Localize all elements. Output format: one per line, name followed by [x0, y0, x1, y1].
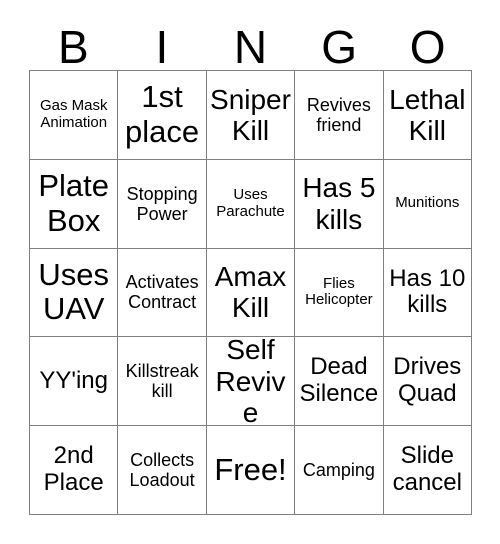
bingo-cell-label: YY'ing — [39, 366, 108, 394]
bingo-cell-label: Drives Quad — [393, 353, 462, 408]
bingo-cell-label: 2nd Place — [43, 442, 104, 497]
bingo-cell[interactable]: Self Revive — [206, 337, 296, 427]
bingo-cell-label: Has 10 kills — [389, 264, 466, 319]
bingo-grid: Gas Mask Animation 1st place Sniper Kill Re… — [29, 70, 472, 515]
bingo-cell-label: Activates Contract — [125, 272, 199, 313]
bingo-cell-label: Plate Box — [38, 167, 110, 238]
bingo-cell[interactable]: Free! — [206, 426, 296, 515]
bingo-cell[interactable]: Gas Mask Animation — [30, 71, 119, 160]
bingo-cell[interactable]: Dead Silence — [295, 337, 384, 427]
bingo-cell[interactable]: Has 10 kills — [383, 248, 472, 338]
bingo-cell-label: Amax Kill — [214, 261, 287, 324]
bingo-cell[interactable]: 1st place — [118, 71, 207, 160]
bingo-cell-label: Camping — [302, 460, 375, 481]
bingo-cell-label: Flies Helicopter — [305, 274, 373, 309]
bingo-header-letter-n: N — [233, 21, 268, 73]
bingo-cell-label: Free! — [214, 451, 287, 487]
bingo-header-letter-g: G — [321, 21, 357, 73]
bingo-cell[interactable]: Revives friend — [295, 71, 384, 160]
bingo-cell-label: Revives friend — [306, 94, 371, 135]
bingo-cell[interactable]: YY'ing — [30, 337, 119, 427]
bingo-cell[interactable]: Uses UAV — [30, 248, 119, 338]
bingo-header-letter-o: O — [409, 21, 446, 73]
bingo-header-letter-b: B — [57, 21, 89, 73]
bingo-cell[interactable]: Amax Kill — [206, 248, 296, 338]
bingo-cell-label: Dead Silence — [299, 353, 379, 408]
bingo-cell-label: Gas Mask Animation — [39, 97, 108, 131]
bingo-card: B I N GO Gas Mask Animation 1st place Sniper … — [0, 0, 500, 544]
bingo-cell[interactable]: Collects Loadout — [118, 426, 207, 515]
bingo-cell-label: 1st place — [125, 79, 200, 149]
bingo-cell[interactable]: Has 5 kills — [295, 159, 384, 249]
bingo-cell-label: Munitions — [395, 194, 460, 212]
bingo-cell-label: Has 5 kills — [302, 172, 376, 235]
bingo-cell[interactable]: Lethal Kill — [383, 71, 472, 160]
bingo-cell[interactable]: Sniper Kill — [206, 71, 296, 160]
bingo-cell[interactable]: Slide cancel — [383, 426, 472, 515]
bingo-cell[interactable]: Uses Parachute — [206, 159, 296, 249]
bingo-cell-label: Self Revive — [215, 337, 286, 427]
bingo-cell-label: Lethal Kill — [389, 83, 466, 146]
bingo-cell[interactable]: Camping — [295, 426, 384, 515]
bingo-cell[interactable]: Activates Contract — [118, 248, 207, 338]
bingo-cell[interactable]: 2nd Place — [30, 426, 119, 515]
bingo-cell-label: Slide cancel — [392, 442, 462, 497]
bingo-cell[interactable]: Stopping Power — [118, 159, 207, 249]
bingo-header-letter-i: I — [155, 21, 169, 73]
bingo-cell[interactable]: Plate Box — [30, 159, 119, 249]
bingo-cell-label: Collects Loadout — [129, 449, 195, 491]
bingo-cell-label: Uses Parachute — [216, 185, 285, 220]
bingo-cell-label: Killstreak kill — [125, 361, 199, 402]
bingo-cell-label: Stopping Power — [126, 183, 198, 224]
bingo-cell-label: Uses UAV — [38, 256, 110, 327]
bingo-cell[interactable]: Munitions — [383, 159, 472, 249]
bingo-header-row: B I N GO — [29, 14, 472, 70]
bingo-cell-label: Sniper Kill — [210, 83, 291, 146]
bingo-cell[interactable]: Killstreak kill — [118, 337, 207, 427]
bingo-cell[interactable]: Flies Helicopter — [295, 248, 384, 338]
bingo-cell[interactable]: Drives Quad — [383, 337, 472, 427]
